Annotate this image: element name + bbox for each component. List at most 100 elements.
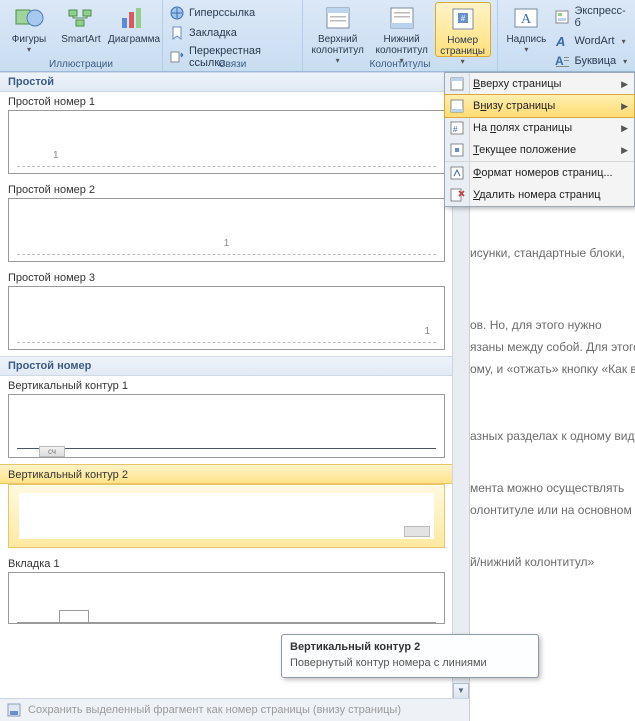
group-links: Гиперссылка Закладка Перекрестная ссылка… — [163, 0, 303, 71]
gallery-item-selected[interactable]: Вертикальный контур 2 — [0, 464, 453, 548]
page-top-icon — [449, 76, 465, 92]
quickparts-button[interactable]: Экспресс-б — [552, 4, 631, 30]
gallery-item[interactable]: Простой номер 2 1 — [0, 180, 453, 262]
group-illustrations-caption: Иллюстрации — [0, 59, 162, 70]
svg-text:A: A — [555, 34, 565, 49]
pagenumber-button[interactable]: # Номер страницы ▾ — [435, 2, 491, 57]
menu-remove-pagenumbers[interactable]: Удалить номера страниц — [445, 184, 634, 206]
chart-label: Диаграмма — [108, 34, 158, 45]
quickparts-icon — [554, 9, 570, 25]
bookmark-label: Закладка — [189, 27, 237, 39]
shapes-button[interactable]: Фигуры ▾ — [4, 2, 54, 57]
save-selection-icon — [6, 702, 22, 718]
menu-margins-label: На полях страницы — [473, 122, 572, 134]
bookmark-icon — [169, 25, 185, 41]
group-headerfooter: Верхний колонтитул ▾ Нижний колонтитул ▾… — [303, 0, 499, 71]
menu-bottom-of-page[interactable]: Внизу страницы ▶ — [444, 94, 635, 118]
current-position-icon — [449, 142, 465, 158]
gallery-item-preview: 1 — [8, 286, 445, 350]
smartart-label: SmartArt — [56, 34, 106, 45]
pagenumber-label: Номер страницы — [436, 35, 490, 57]
chevron-down-icon: ▾ — [4, 45, 54, 54]
menu-page-margins[interactable]: # На полях страницы ▶ — [445, 117, 634, 139]
gallery-section-simple: Простой — [0, 72, 453, 92]
chevron-right-icon: ▶ — [621, 79, 628, 90]
header-label: Верхний колонтитул — [307, 34, 369, 56]
smartart-button[interactable]: SmartArt — [56, 2, 106, 57]
gallery-item-preview: 1 — [8, 198, 445, 262]
gallery-footer: Сохранить выделенный фрагмент как номер … — [0, 698, 469, 721]
menu-format-label: Формат номеров страниц... — [473, 167, 613, 179]
gallery-item-label: Простой номер 1 — [0, 92, 453, 110]
dropcap-button[interactable]: A Буквица▾ — [552, 52, 631, 70]
wordart-button[interactable]: A WordArt▾ — [552, 32, 631, 50]
menu-current-label: Текущее положение — [473, 144, 576, 156]
header-button[interactable]: Верхний колонтитул ▾ — [307, 2, 369, 57]
chevron-right-icon: ▶ — [621, 145, 628, 156]
gallery-section-simple-number: Простой номер — [0, 356, 453, 376]
textbox-label: Надпись — [502, 34, 550, 45]
smartart-icon — [65, 4, 97, 32]
gallery-footer-label: Сохранить выделенный фрагмент как номер … — [28, 704, 401, 716]
scroll-down-button[interactable]: ▼ — [453, 683, 469, 699]
group-text: A Надпись ▾ Экспресс-б A WordArt▾ A Букв… — [498, 0, 635, 71]
group-headerfooter-caption: Колонтитулы — [303, 59, 498, 70]
doc-line: олонтитуле или на основном — [470, 499, 635, 521]
menu-current-position[interactable]: Текущее положение ▶ — [445, 139, 634, 162]
gallery-item[interactable]: Вертикальный контур 1 сч — [0, 376, 453, 458]
gallery-item-preview — [8, 484, 445, 548]
footer-label: Нижний колонтитул — [371, 34, 433, 56]
gallery-item-preview — [8, 572, 445, 624]
chart-button[interactable]: Диаграмма — [108, 2, 158, 57]
gallery-item[interactable]: Простой номер 1 1 — [0, 92, 453, 174]
svg-text:A: A — [555, 54, 564, 68]
menu-remove-label: Удалить номера страниц — [473, 189, 601, 201]
gallery-item-label: Простой номер 3 — [0, 268, 453, 286]
menu-top-of-page[interactable]: Вверху страницы ▶ — [445, 73, 634, 95]
hyperlink-label: Гиперссылка — [189, 7, 255, 19]
hyperlink-button[interactable]: Гиперссылка — [167, 4, 298, 22]
tooltip-title: Вертикальный контур 2 — [290, 641, 530, 653]
shapes-label: Фигуры — [4, 34, 54, 45]
group-links-caption: Связи — [163, 59, 302, 70]
gallery-item-label: Вкладка 1 — [0, 554, 453, 572]
dropcap-label: Буквица — [574, 55, 616, 67]
quickparts-label: Экспресс-б — [574, 5, 629, 29]
footer-button[interactable]: Нижний колонтитул ▾ — [371, 2, 433, 57]
doc-line: мента можно осуществлять — [470, 477, 635, 499]
header-icon — [322, 4, 354, 32]
doc-line: язаны между собой. Для этого — [470, 336, 635, 358]
svg-text:#: # — [460, 14, 465, 23]
pagenumber-menu: Вверху страницы ▶ Внизу страницы ▶ # На … — [444, 72, 635, 207]
pagenumber-icon: # — [447, 5, 479, 33]
wordart-label: WordArt — [574, 35, 614, 47]
pagenumber-gallery: Простой Простой номер 1 1 Простой номер … — [0, 72, 470, 721]
remove-icon — [449, 187, 465, 203]
page-margins-icon: # — [449, 120, 465, 136]
page-bottom-icon — [449, 98, 465, 114]
chevron-right-icon: ▶ — [621, 101, 628, 112]
shapes-icon — [13, 4, 45, 32]
menu-format-pagenumbers[interactable]: Формат номеров страниц... — [445, 162, 634, 184]
chevron-down-icon: ▾ — [502, 45, 550, 54]
footer-icon — [386, 4, 418, 32]
format-icon — [449, 165, 465, 181]
gallery-item[interactable]: Простой номер 3 1 — [0, 268, 453, 350]
gallery-item-preview: сч — [8, 394, 445, 458]
gallery-body: Простой Простой номер 1 1 Простой номер … — [0, 72, 453, 699]
gallery-item-preview: 1 — [8, 110, 445, 174]
gallery-item-label: Вертикальный контур 2 — [0, 464, 453, 484]
group-illustrations: Фигуры ▾ SmartArt Диаграмма Иллюстрации — [0, 0, 163, 71]
menu-top-label: Вверху страницы — [473, 78, 561, 90]
bookmark-button[interactable]: Закладка — [167, 24, 298, 42]
gallery-tooltip: Вертикальный контур 2 Повернутый контур … — [281, 634, 539, 678]
gallery-item[interactable]: Вкладка 1 — [0, 554, 453, 624]
textbox-icon: A — [510, 4, 542, 32]
chevron-right-icon: ▶ — [621, 123, 628, 134]
gallery-item-label: Вертикальный контур 1 — [0, 376, 453, 394]
doc-line: й/нижний колонтитул» — [470, 551, 635, 573]
doc-line: азных разделах к одному виду, — [470, 425, 635, 447]
textbox-button[interactable]: A Надпись ▾ — [502, 2, 550, 57]
svg-text:#: # — [453, 125, 458, 134]
menu-bottom-label: Внизу страницы — [473, 100, 555, 112]
